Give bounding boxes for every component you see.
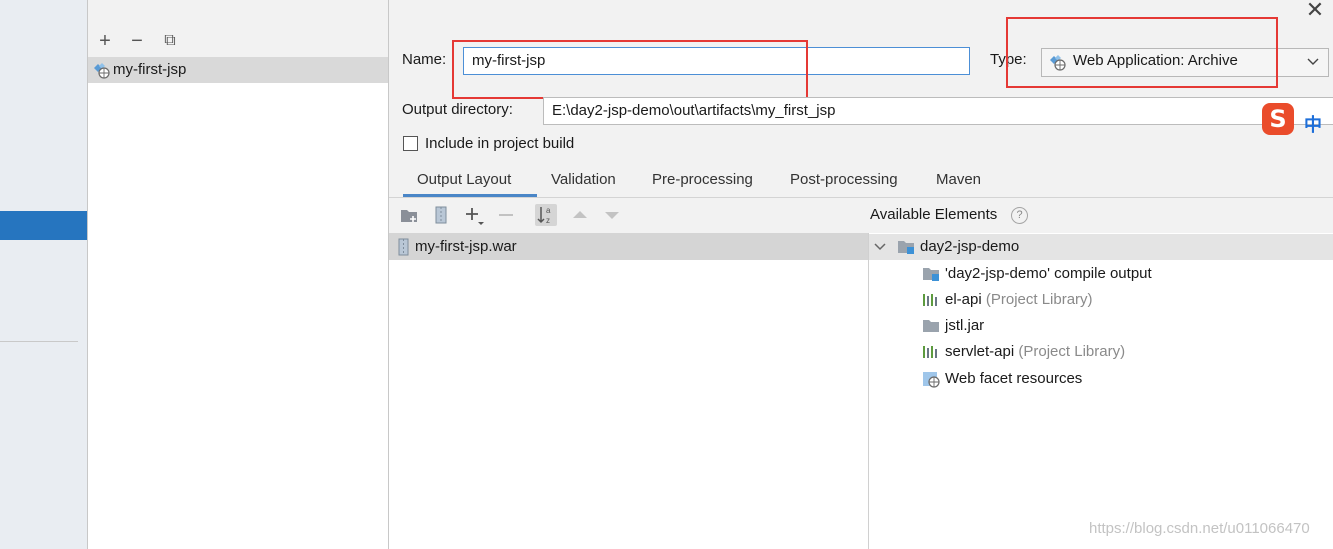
available-elements-header: Available Elements ? xyxy=(869,198,1333,233)
artifact-list-item[interactable]: my-first-jsp xyxy=(88,57,388,83)
module-output-icon xyxy=(923,268,939,281)
tree-node[interactable]: Web facet resources xyxy=(869,366,1333,392)
library-icon xyxy=(923,294,937,306)
ime-mode-indicator[interactable]: 中 xyxy=(1304,111,1322,137)
artifact-list: my-first-jsp xyxy=(88,57,388,549)
include-in-build-checkbox[interactable] xyxy=(403,136,418,151)
chevron-down-icon xyxy=(1307,58,1319,65)
module-folder-icon xyxy=(898,241,914,254)
tab-output-layout[interactable]: Output Layout xyxy=(417,171,511,188)
tab-post-processing[interactable]: Post-processing xyxy=(790,171,898,188)
help-icon[interactable]: ? xyxy=(1011,207,1028,224)
tree-node[interactable]: 'day2-jsp-demo' compile output xyxy=(869,261,1333,287)
tab-maven[interactable]: Maven xyxy=(936,171,981,188)
move-up-icon[interactable] xyxy=(569,204,591,226)
close-icon[interactable]: ✕ xyxy=(1303,0,1327,22)
copy-artifact-button[interactable]: ⧉ xyxy=(159,30,181,52)
tree-node-label: 'day2-jsp-demo' compile output xyxy=(945,265,1152,282)
add-artifact-button[interactable]: + xyxy=(94,30,116,52)
svg-text:z: z xyxy=(546,216,550,225)
output-directory-field[interactable]: E:\day2-jsp-demo\out\artifacts\my_first_… xyxy=(543,97,1333,125)
tree-node-label: Web facet resources xyxy=(945,370,1083,387)
tree-node-label: jstl.jar xyxy=(945,317,985,334)
web-app-icon xyxy=(1050,55,1066,71)
type-select-value: Web Application: Archive xyxy=(1073,52,1238,69)
output-tree-root-label: my-first-jsp.war xyxy=(415,238,517,255)
tree-node[interactable]: jstl.jar xyxy=(869,313,1333,339)
settings-sidebar xyxy=(0,0,87,549)
sidebar-selected-item[interactable] xyxy=(0,211,87,240)
svg-text:a: a xyxy=(546,206,551,215)
tree-node-label: el-api (Project Library) xyxy=(945,291,1093,308)
tab-pre-processing[interactable]: Pre-processing xyxy=(652,171,753,188)
tree-node-label: servlet-api (Project Library) xyxy=(945,343,1126,360)
watermark: https://blog.csdn.net/u011066470 xyxy=(1089,520,1310,537)
web-app-icon xyxy=(94,63,110,79)
move-down-icon[interactable] xyxy=(601,204,623,226)
folder-icon xyxy=(923,320,939,332)
tree-node-module[interactable]: day2-jsp-demo xyxy=(869,234,1333,260)
output-tree-root[interactable]: my-first-jsp.war xyxy=(389,233,868,260)
add-dropdown-icon[interactable] xyxy=(463,204,485,226)
available-elements-title: Available Elements xyxy=(870,206,998,223)
type-select[interactable]: Web Application: Archive xyxy=(1041,48,1329,77)
tab-validation[interactable]: Validation xyxy=(551,171,616,188)
library-icon xyxy=(923,346,937,358)
sidebar-separator xyxy=(0,341,78,342)
new-directory-icon[interactable] xyxy=(398,204,420,226)
tree-node[interactable]: servlet-api (Project Library) xyxy=(869,339,1333,365)
tree-node-label: day2-jsp-demo xyxy=(920,238,1020,255)
available-elements-tree: day2-jsp-demo 'day2-jsp-demo' compile ou… xyxy=(869,233,1333,549)
output-directory-label: Output directory: xyxy=(402,101,513,118)
name-field[interactable]: my-first-jsp xyxy=(463,47,970,75)
artifact-label: my-first-jsp xyxy=(113,61,187,78)
ime-logo-icon[interactable]: S xyxy=(1262,103,1294,135)
name-label: Name: xyxy=(402,51,447,68)
remove-icon[interactable] xyxy=(495,204,517,226)
web-resources-icon xyxy=(923,372,940,388)
archive-icon[interactable] xyxy=(430,204,452,226)
output-layout-tree: my-first-jsp.war xyxy=(389,233,868,549)
tree-node[interactable]: el-api (Project Library) xyxy=(869,287,1333,313)
remove-artifact-button[interactable]: − xyxy=(126,30,148,52)
chevron-down-icon[interactable] xyxy=(871,238,889,256)
type-label: Type: xyxy=(990,51,1027,68)
output-layout-toolbar: a z xyxy=(389,198,868,233)
sort-alpha-icon[interactable]: a z xyxy=(535,204,557,226)
artifacts-panel: + − ⧉ my-first-jsp xyxy=(88,0,388,549)
war-archive-icon xyxy=(398,238,409,256)
include-in-build-label[interactable]: Include in project build xyxy=(425,135,574,152)
